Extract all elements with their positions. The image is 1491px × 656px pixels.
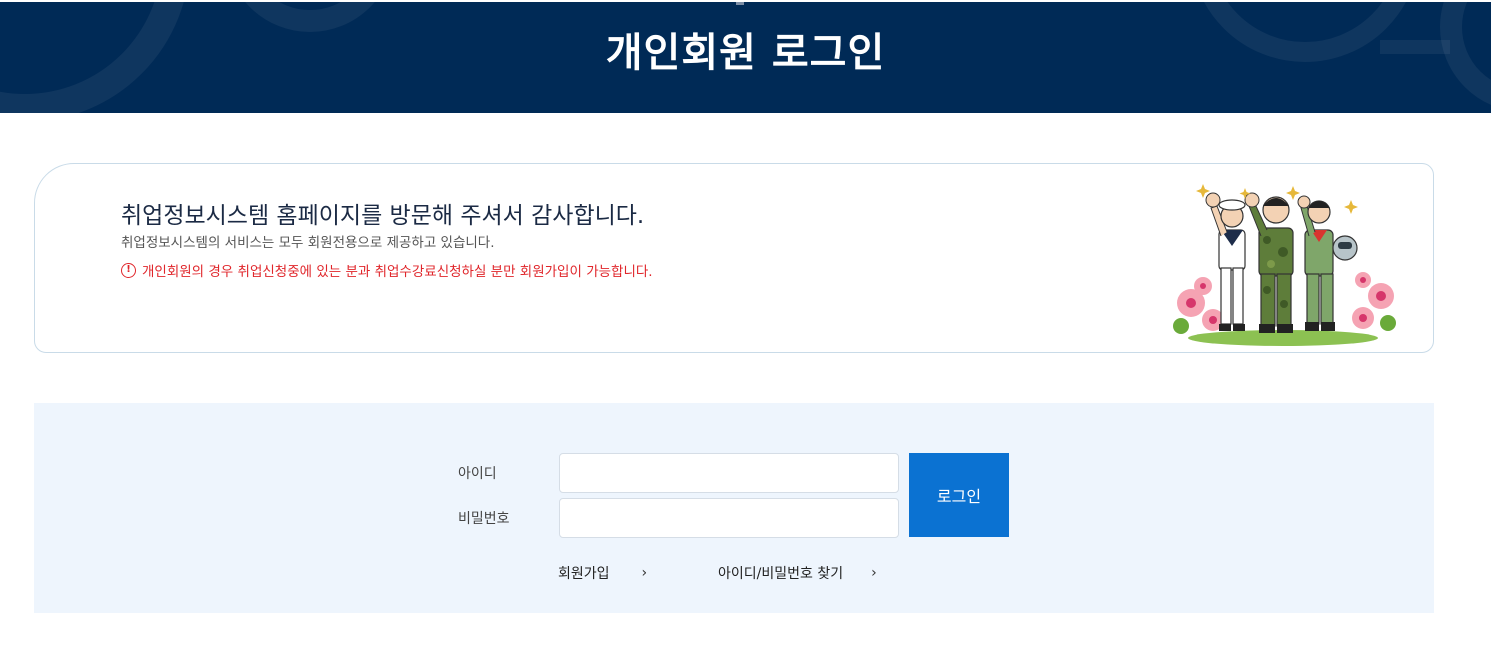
id-label: 아이디 [458, 466, 497, 482]
notice-subtitle: 취업정보시스템의 서비스는 모두 회원전용으로 제공하고 있습니다. [121, 235, 495, 251]
decorative-mark [736, 2, 744, 5]
exclamation-icon: ! [121, 262, 136, 278]
join-link-label: 회원가입 [558, 566, 610, 582]
find-link-label: 아이디/비밀번호 찾기 [718, 566, 844, 582]
password-label: 비밀번호 [458, 511, 510, 527]
login-button[interactable]: 로그인 [909, 453, 1009, 537]
login-form-area: 아이디 비밀번호 로그인 회원가입 › 아이디/비밀번호 찾기 › [34, 403, 1434, 613]
page-title: 개인회원 로그인 [605, 30, 886, 76]
soldiers-illustration [1173, 184, 1396, 346]
notice-warning: ! 개인회원의 경우 취업신청중에 있는 분과 취업수강료신청하실 분만 회원가… [121, 260, 653, 280]
welcome-notice-box: 취업정보시스템 홈페이지를 방문해 주셔서 감사합니다. 취업정보시스템의 서비… [34, 163, 1434, 353]
password-input[interactable] [559, 498, 899, 538]
join-link[interactable]: 회원가입 › [558, 563, 647, 583]
notice-title: 취업정보시스템 홈페이지를 방문해 주셔서 감사합니다. [121, 203, 645, 229]
chevron-right-icon: › [641, 565, 648, 581]
page-header-banner: 개인회원 로그인 [0, 2, 1491, 113]
find-id-password-link[interactable]: 아이디/비밀번호 찾기 › [718, 563, 877, 583]
chevron-right-icon: › [871, 565, 877, 581]
notice-warning-text: 개인회원의 경우 취업신청중에 있는 분과 취업수강료신청하실 분만 회원가입이… [142, 264, 653, 280]
id-input[interactable] [559, 453, 899, 493]
